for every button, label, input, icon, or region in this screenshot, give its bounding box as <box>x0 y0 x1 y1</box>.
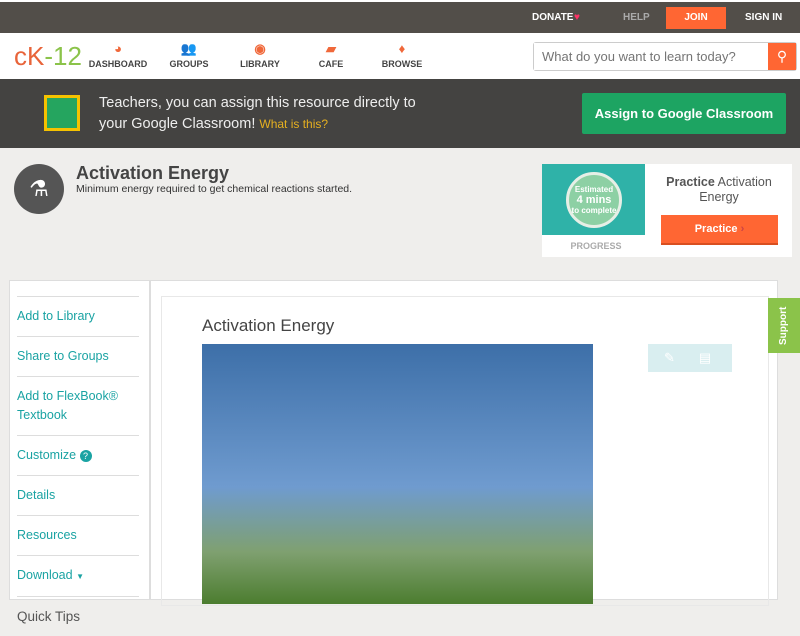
support-tab[interactable]: Support <box>768 298 800 353</box>
content-area: Activation Energy ✎ ▤ <box>150 280 778 606</box>
chevron-right-icon: › <box>740 223 745 235</box>
search-button[interactable]: ⚲ <box>768 43 796 70</box>
browse-icon: ♦ <box>398 41 406 56</box>
google-classroom-icon <box>44 95 80 131</box>
cafe-icon: ▰ <box>326 41 336 56</box>
download-link[interactable]: Download ▼ <box>17 556 139 597</box>
notes-icon[interactable]: ▤ <box>699 350 711 365</box>
content-heading: Activation Energy <box>202 316 335 335</box>
add-to-library-link[interactable]: Add to Library <box>17 296 139 337</box>
page-title: Activation Energy <box>76 163 230 183</box>
nav-cafe[interactable]: ▰ CAFE <box>296 41 366 69</box>
nav-browse[interactable]: ♦ BROWSE <box>367 41 437 69</box>
quick-tips-heading: Quick Tips <box>17 609 81 624</box>
nav-groups[interactable]: 👥 GROUPS <box>154 41 224 69</box>
google-classroom-banner: Teachers, you can assign this resource d… <box>0 79 800 148</box>
add-to-flexbook-link[interactable]: Add to FlexBook® Textbook <box>17 377 139 436</box>
pencil-icon[interactable]: ✎ <box>664 350 675 365</box>
practice-button[interactable]: Practice › <box>661 215 778 245</box>
nav-library[interactable]: ◉ LIBRARY <box>225 41 295 69</box>
main-nav: cK-12 ◕ DASHBOARD 👥 GROUPS ◉ LIBRARY ▰ CAFE … <box>0 33 800 79</box>
search-input[interactable] <box>534 43 764 70</box>
caret-down-icon: ▼ <box>76 572 84 581</box>
library-icon: ◉ <box>254 41 266 56</box>
help-link[interactable]: HELP <box>623 12 650 23</box>
nav-dashboard[interactable]: ◕ DASHBOARD <box>83 41 153 69</box>
dashboard-icon: ◕ <box>114 41 122 56</box>
ck12-logo[interactable]: cK-12 <box>14 41 82 72</box>
practice-card: Estimated 4 mins to complete PROGRESS Prac… <box>542 164 792 257</box>
signin-link[interactable]: SIGN IN <box>745 12 782 23</box>
top-bar: DONATE ♥ HELP JOIN SIGN IN <box>0 0 800 33</box>
chemistry-flask-icon: ⚗ <box>14 164 64 214</box>
page-subtitle: Minimum energy required to get chemical … <box>76 183 353 195</box>
search-box: ⚲ <box>533 42 797 71</box>
help-icon: ? <box>79 450 92 462</box>
what-is-this-link[interactable]: What is this? <box>259 117 328 131</box>
details-link[interactable]: Details <box>17 476 139 516</box>
resources-link[interactable]: Resources <box>17 516 139 556</box>
donate-link[interactable]: DONATE <box>532 12 573 23</box>
join-button[interactable]: JOIN <box>666 7 726 29</box>
share-to-groups-link[interactable]: Share to Groups <box>17 337 139 377</box>
groups-icon: 👥 <box>180 41 198 56</box>
assign-google-classroom-button[interactable]: Assign to Google Classroom <box>582 93 786 134</box>
cheerleaders-image <box>202 344 593 604</box>
customize-link[interactable]: Customize ? <box>17 436 139 476</box>
progress-label: PROGRESS <box>570 241 622 251</box>
heart-icon: ♥ <box>574 12 580 23</box>
practice-title: Practice Activation Energy <box>666 175 772 204</box>
sidebar: Add to Library Share to Groups Add to Fl… <box>9 280 150 624</box>
annotation-tools: ✎ ▤ <box>648 344 732 372</box>
progress-image: Estimated 4 mins to complete <box>542 164 645 235</box>
